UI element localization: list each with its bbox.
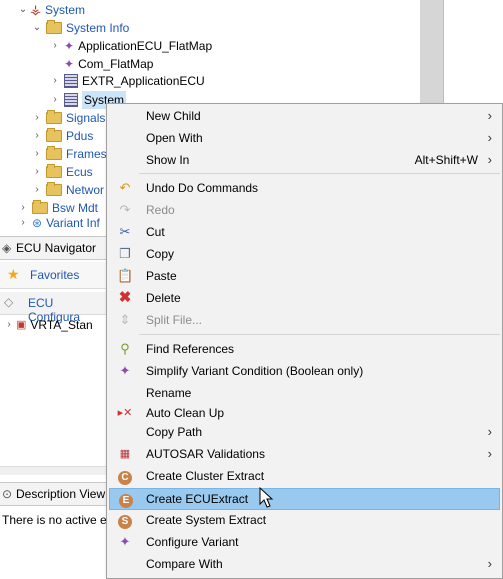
menu-item-rename[interactable]: Rename <box>109 382 500 404</box>
menu-item-create-cluster[interactable]: C Create Cluster Extract <box>109 465 500 487</box>
tree-node-signals[interactable]: › Signals <box>32 109 105 127</box>
submenu-arrow-icon: › <box>487 152 492 167</box>
collapsed-arrow-icon[interactable]: › <box>4 316 14 334</box>
favorites-row[interactable]: ★ Favorites <box>0 262 106 289</box>
menu-item-configure-variant[interactable]: ✦ Configure Variant <box>109 531 500 553</box>
system-extract-icon: S <box>117 512 133 529</box>
variant-star-icon: ✦ <box>119 363 131 378</box>
ecu-configuration-row[interactable]: ◇ ECU Configura <box>0 292 106 324</box>
delete-icon: ✖ <box>118 289 132 306</box>
menu-item-create-ecu-extract[interactable]: E Create ECUExtract <box>109 488 500 510</box>
menu-item-delete[interactable]: ✖ Delete <box>109 287 500 309</box>
ecu-extract-icon: E <box>118 491 134 508</box>
tree-node-variant-info[interactable]: › ⊛ Variant Inf <box>18 216 100 230</box>
validation-icon: ▦ <box>119 448 131 460</box>
menu-item-undo[interactable]: ↶ Undo Do Commands <box>109 177 500 199</box>
flatmap-icon: ✦ <box>64 39 75 53</box>
submenu-arrow-icon: › <box>487 108 492 123</box>
menu-item-redo[interactable]: ↷ Redo <box>109 199 500 221</box>
split-icon: ⇕ <box>119 312 131 327</box>
menu-item-cut[interactable]: ✂ Cut <box>109 221 500 243</box>
submenu-arrow-icon: › <box>487 446 492 461</box>
menu-item-simplify-variant[interactable]: ✦ Simplify Variant Condition (Boolean on… <box>109 360 500 382</box>
system-icon: ⚶ <box>30 2 42 17</box>
variant-star-icon: ✦ <box>119 534 131 549</box>
submenu-arrow-icon: › <box>487 130 492 145</box>
ecu-icon: ▣ <box>16 319 27 331</box>
tree-node-system[interactable]: ⌄ ⚶ System <box>18 1 85 19</box>
tree-node-pdus[interactable]: › Pdus <box>32 127 93 145</box>
description-message: There is no active ec <box>2 513 113 527</box>
menu-item-new-child[interactable]: New Child › <box>109 105 500 127</box>
menu-item-autosar-validations[interactable]: ▦ AUTOSAR Validations › <box>109 443 500 465</box>
collapsed-arrow-icon[interactable]: › <box>50 91 60 109</box>
folder-icon <box>46 182 62 196</box>
tree-node-ecus[interactable]: › Ecus <box>32 163 93 181</box>
config-icon: ◇ <box>4 295 14 309</box>
folder-icon <box>46 20 62 34</box>
menu-item-find-references[interactable]: ⚲ Find References <box>109 338 500 360</box>
submenu-arrow-icon: › <box>487 424 492 439</box>
package-icon <box>64 93 78 107</box>
menu-item-show-in[interactable]: Show In Alt+Shift+W › <box>109 149 500 171</box>
right-pane-divider <box>420 0 444 110</box>
menu-item-paste[interactable]: 📋 Paste <box>109 265 500 287</box>
folder-icon <box>46 110 62 124</box>
horizontal-scrollbar[interactable] <box>0 466 106 475</box>
package-icon <box>64 74 78 88</box>
tree-node-system-info[interactable]: ⌄ System Info <box>32 19 129 37</box>
paste-icon: 📋 <box>117 268 134 283</box>
find-references-icon: ⚲ <box>120 341 130 356</box>
collapsed-arrow-icon[interactable]: › <box>32 181 42 199</box>
collapsed-arrow-icon[interactable]: › <box>50 72 60 90</box>
cluster-extract-icon: C <box>117 468 133 485</box>
description-view-tab[interactable]: ⊙ Description View <box>0 482 106 506</box>
collapsed-arrow-icon[interactable]: › <box>50 37 60 55</box>
context-menu: New Child › Open With › Show In Alt+Shif… <box>106 103 503 579</box>
collapsed-arrow-icon[interactable]: › <box>18 216 28 230</box>
menu-item-copy[interactable]: ❐ Copy <box>109 243 500 265</box>
expanded-arrow-icon[interactable]: ⌄ <box>18 1 28 19</box>
collapsed-arrow-icon[interactable]: › <box>32 127 42 145</box>
menu-item-create-system[interactable]: S Create System Extract <box>109 509 500 531</box>
folder-icon <box>32 200 48 214</box>
tree-node-extr-app[interactable]: › EXTR_ApplicationECU <box>50 72 205 90</box>
tree-node-networks[interactable]: › Networ <box>32 181 104 199</box>
ecu-navigator-tab[interactable]: ◈ ECU Navigator <box>0 236 106 260</box>
menu-separator <box>139 334 500 335</box>
collapsed-arrow-icon[interactable]: › <box>32 163 42 181</box>
star-icon: ★ <box>7 266 20 282</box>
flatmap-icon: ✦ <box>64 57 75 71</box>
menu-separator <box>139 173 500 174</box>
menu-item-open-with[interactable]: Open With › <box>109 127 500 149</box>
folder-icon <box>46 128 62 142</box>
collapsed-arrow-icon[interactable]: › <box>32 109 42 127</box>
cleanup-icon: ▸✕ <box>117 407 133 419</box>
description-icon: ⊙ <box>2 487 13 501</box>
tree-node-frames[interactable]: › Frames <box>32 145 107 163</box>
folder-icon <box>46 164 62 178</box>
scissors-icon: ✂ <box>119 224 131 239</box>
mouse-cursor-icon <box>259 487 274 508</box>
tree-node-com-flatmap[interactable]: ✦ Com_FlatMap <box>50 55 153 73</box>
variant-icon: ⊛ <box>32 216 43 230</box>
expanded-arrow-icon[interactable]: ⌄ <box>32 19 42 37</box>
folder-icon <box>46 146 62 160</box>
collapsed-arrow-icon[interactable]: › <box>32 145 42 163</box>
navigator-icon: ◈ <box>2 241 12 255</box>
tree-node-app-flatmap[interactable]: › ✦ ApplicationECU_FlatMap <box>50 37 212 55</box>
undo-icon: ↶ <box>119 180 131 195</box>
menu-item-compare-with[interactable]: Compare With › <box>109 553 500 575</box>
menu-item-split-file[interactable]: ⇕ Split File... <box>109 309 500 331</box>
menu-item-copy-path[interactable]: Copy Path › <box>109 421 500 443</box>
tree-node-bsw-mdt[interactable]: › Bsw Mdt <box>18 199 98 217</box>
submenu-arrow-icon: › <box>487 556 492 571</box>
redo-icon: ↷ <box>119 202 131 217</box>
collapsed-arrow-icon[interactable]: › <box>18 199 28 217</box>
copy-icon: ❐ <box>119 246 131 261</box>
vrta-item[interactable]: › ▣ VRTA_Stan <box>4 316 92 334</box>
